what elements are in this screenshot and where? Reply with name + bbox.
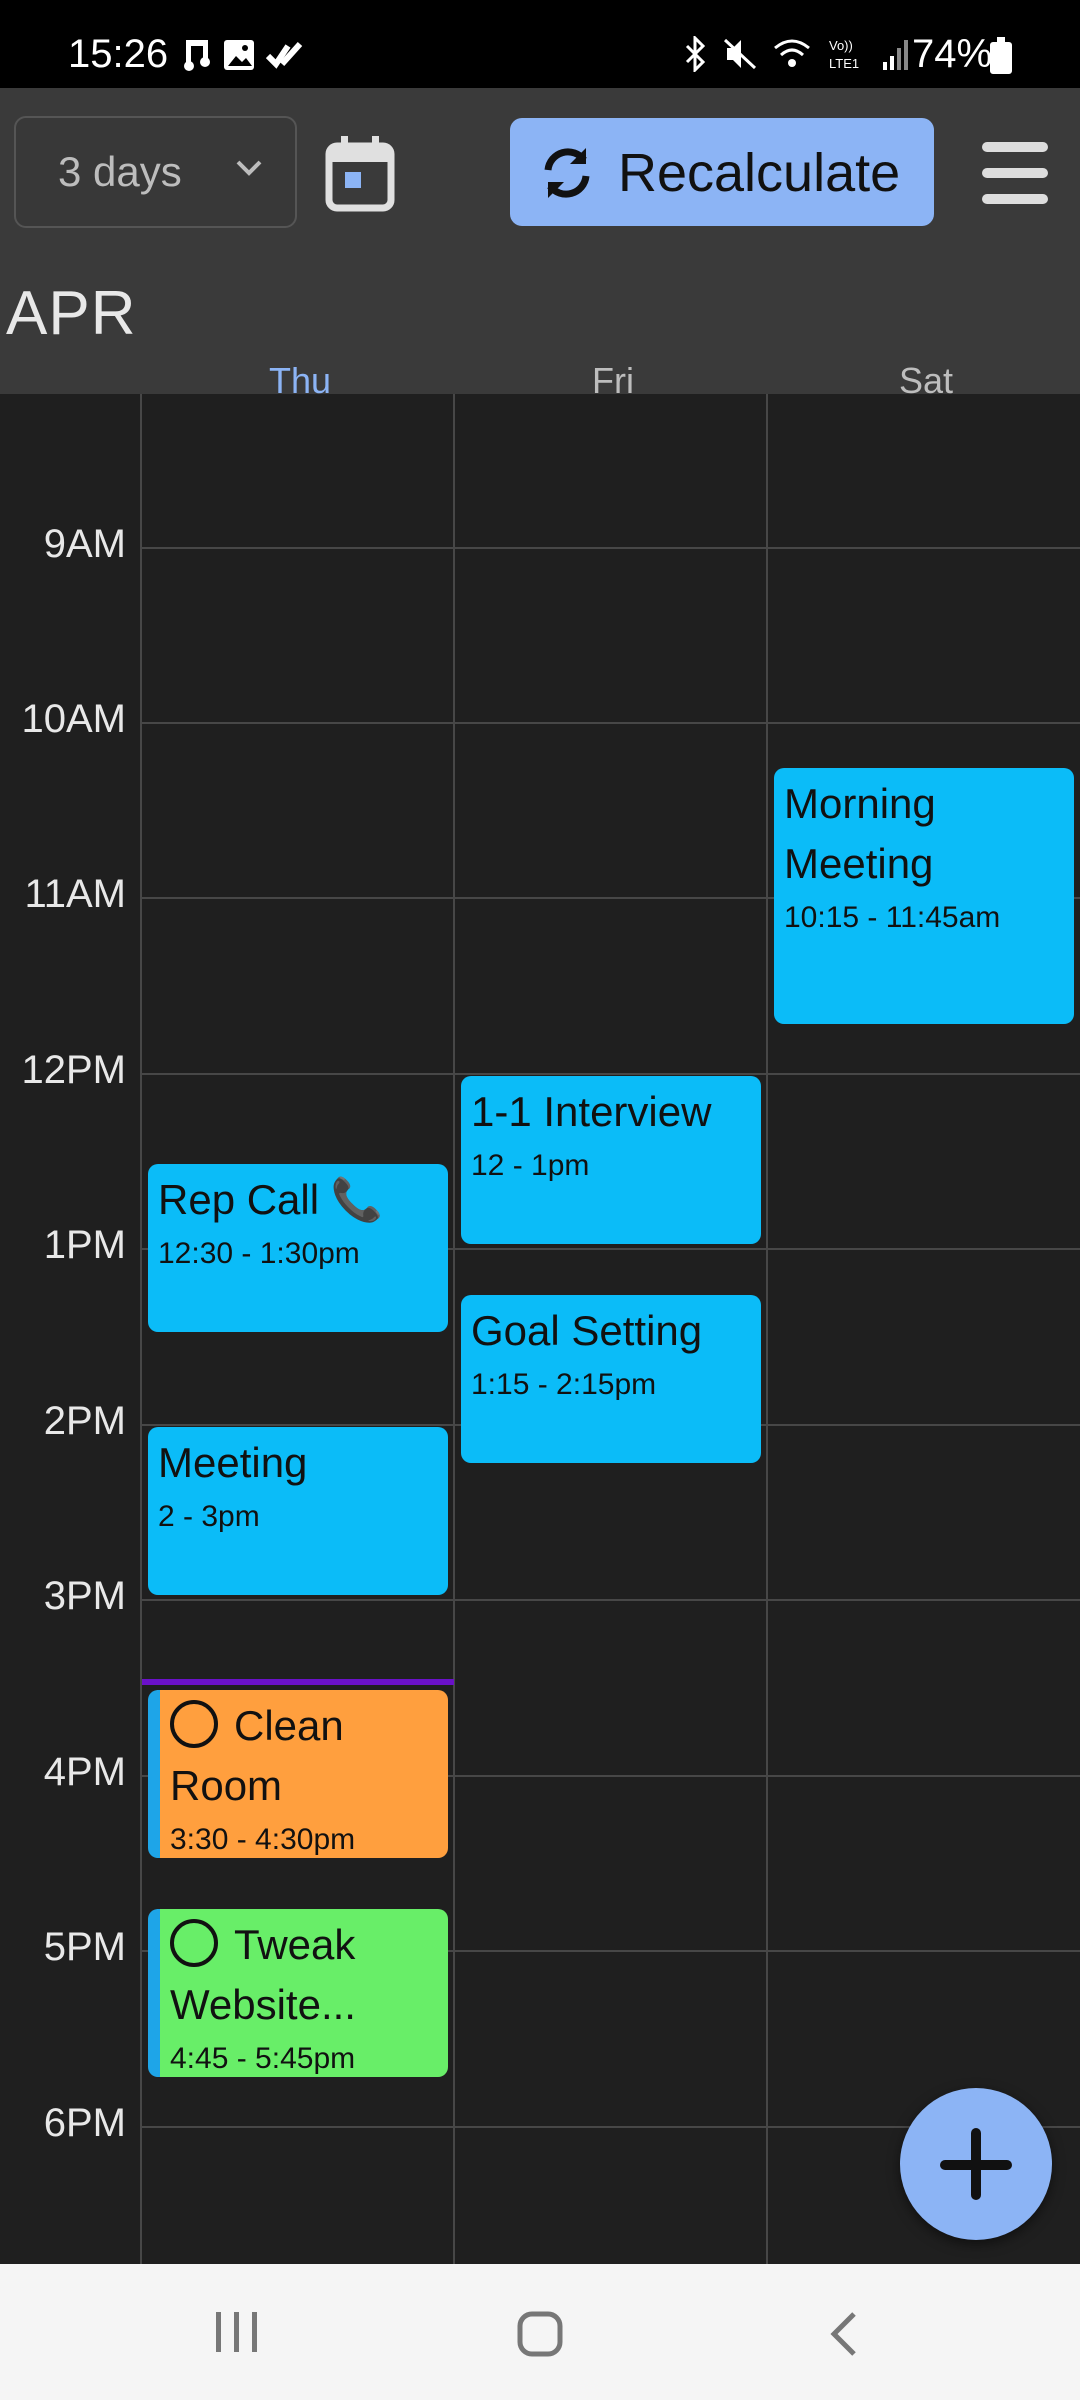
grid-divider [453,394,455,2264]
view-select-value: 3 days [58,148,182,195]
event-title: Meeting [158,1439,308,1486]
calendar-icon[interactable] [325,134,395,212]
event-time: 10:15 - 11:45am [784,901,1001,934]
hour-label: 5PM [43,1925,126,1969]
refresh-icon [544,148,590,198]
task-tweak-website[interactable]: Tweak Website... 4:45 - 5:45pm [148,1909,448,2077]
event-time: 3:30 - 4:30pm [170,1823,356,1856]
calendar-grid[interactable]: 9AM 10AM 11AM 12PM 1PM 2PM 3PM 4PM 5PM 6… [0,394,1080,2264]
event-time: 12:30 - 1:30pm [158,1237,360,1270]
recalculate-label: Recalculate [618,143,901,203]
event-title: Morning Meeting [784,780,936,887]
grid-divider [140,394,142,2264]
hour-line [140,1073,1080,1075]
event-time: 12 - 1pm [471,1149,590,1182]
event-time: 1:15 - 2:15pm [471,1368,657,1401]
hour-line [140,547,1080,549]
hour-label: 6PM [43,2101,126,2145]
event-time: 4:45 - 5:45pm [170,2042,356,2075]
svg-text:LTE1: LTE1 [829,56,859,71]
hour-label: 9AM [43,522,126,566]
event-1-1-interview[interactable]: 1-1 Interview 12 - 1pm [461,1076,761,1244]
wifi-icon [774,39,810,67]
task-title-row: Tweak Website... [170,1915,438,2035]
hour-label: 10AM [21,697,127,741]
back-icon[interactable] [826,2310,860,2358]
hour-label: 3PM [43,1574,126,1618]
hour-label: 1PM [43,1223,126,1267]
current-time-indicator [142,1679,454,1685]
event-meeting[interactable]: Meeting 2 - 3pm [148,1427,448,1595]
bluetooth-icon [685,36,706,72]
check-icon [266,41,303,69]
task-title-row: Clean Room [170,1696,438,1816]
home-icon[interactable] [516,2310,564,2358]
battery-percent: 74% [912,32,993,76]
add-event-button[interactable] [900,2088,1052,2240]
event-title: 1-1 Interview [471,1088,712,1135]
hour-line [140,1599,1080,1601]
svg-text:Vo)): Vo)) [829,38,853,53]
task-checkbox[interactable] [170,1919,218,1967]
hour-label: 11AM [24,872,126,916]
event-rep-call[interactable]: Rep Call 📞 12:30 - 1:30pm [148,1164,448,1332]
mute-icon [723,38,757,70]
event-title: Rep Call 📞 [158,1176,384,1223]
hour-label: 2PM [43,1399,126,1443]
month-label[interactable]: APR [6,278,136,349]
event-goal-setting[interactable]: Goal Setting 1:15 - 2:15pm [461,1295,761,1463]
recents-icon[interactable] [212,2310,262,2354]
hour-line [140,722,1080,724]
task-clean-room[interactable]: Clean Room 3:30 - 4:30pm [148,1690,448,1858]
system-nav-bar [0,2264,1080,2400]
hour-label: 4PM [43,1750,126,1794]
task-checkbox[interactable] [170,1700,218,1748]
hour-label: 12PM [21,1048,127,1092]
status-bar: 15:26 Vo)) LTE1 74% [0,0,1080,88]
grid-divider [766,394,768,2264]
event-time: 2 - 3pm [158,1500,260,1533]
status-notification-icons [182,38,304,72]
lte-icon: Vo)) LTE1 [829,38,859,71]
battery-icon [990,37,1012,74]
event-morning-meeting[interactable]: Morning Meeting 10:15 - 11:45am [774,768,1074,1024]
view-select-dropdown[interactable]: 3 days [14,116,297,228]
chevron-down-icon [236,160,262,176]
event-title: Goal Setting [471,1307,703,1354]
image-icon [224,40,254,70]
calendar-header: 3 days Recalculate APR Thu 13 Fri 14 Sat… [0,88,1080,472]
signal-icon [883,40,908,70]
recalculate-button[interactable]: Recalculate [510,118,934,226]
menu-icon[interactable] [982,142,1048,204]
status-time: 15:26 [68,32,169,76]
status-system-icons: Vo)) LTE1 [683,36,911,72]
music-note-icon [184,40,210,71]
